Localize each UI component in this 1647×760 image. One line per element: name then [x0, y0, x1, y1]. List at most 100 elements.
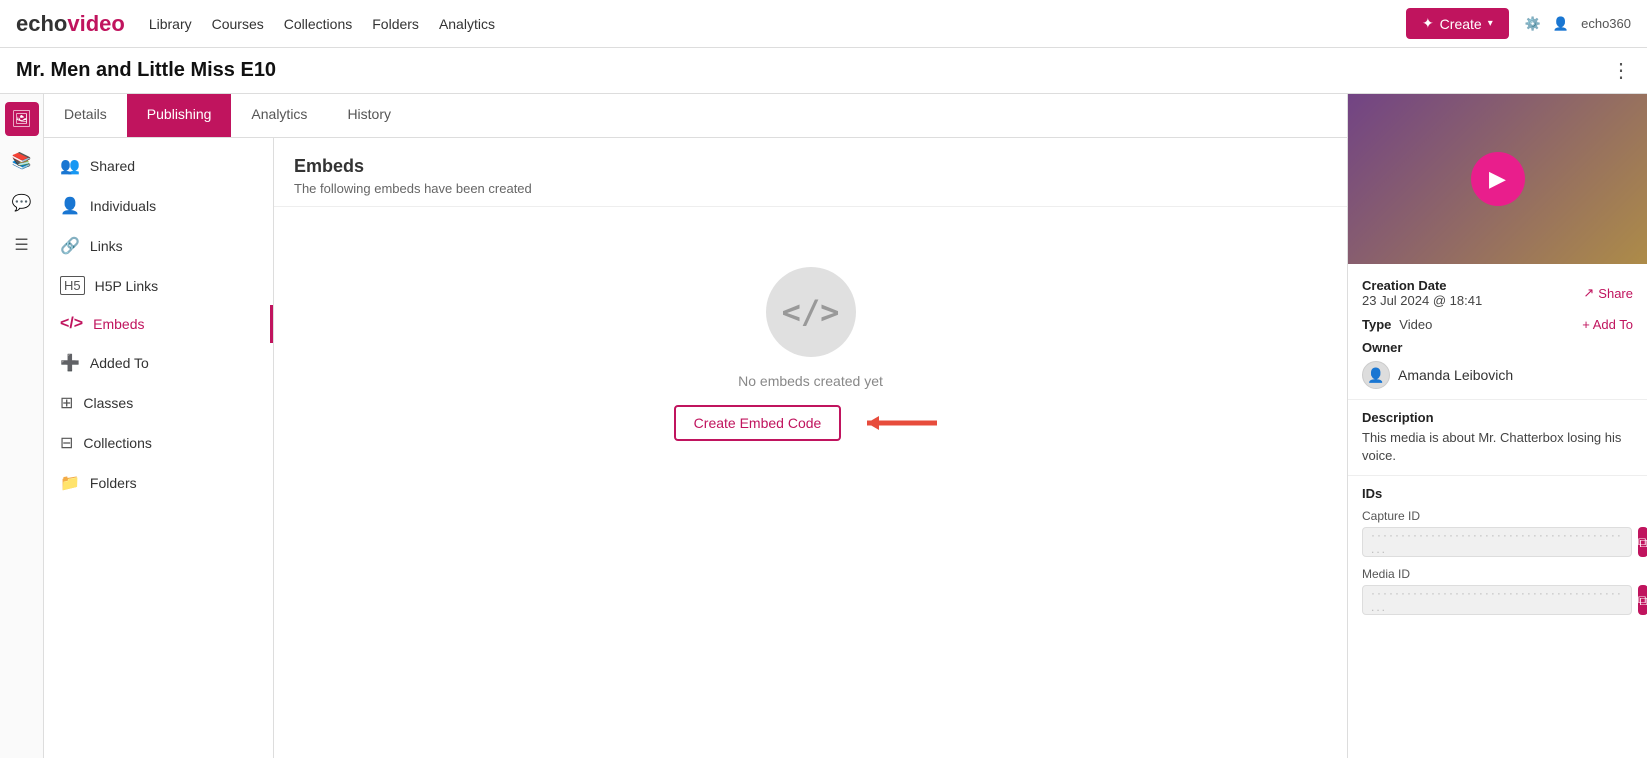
- nav-label-folders: Folders: [90, 475, 137, 491]
- owner-name: Amanda Leibovich: [1398, 367, 1513, 383]
- capture-id-row: Capture ID ·····························…: [1362, 509, 1633, 557]
- media-sidebar-icon[interactable]: 🖼: [5, 102, 39, 136]
- create-embed-code-button[interactable]: Create Embed Code: [674, 405, 842, 441]
- main-layout: 🖼 📚 💬 ☰ Details Publishing Analytics His…: [0, 94, 1647, 758]
- no-embeds-text: No embeds created yet: [738, 373, 883, 389]
- chevron-down-icon: ▾: [1488, 18, 1493, 29]
- copy-media-id-button[interactable]: ⧉: [1638, 585, 1647, 615]
- links-icon: 🔗: [60, 236, 80, 256]
- nav-label-embeds: Embeds: [93, 316, 144, 332]
- share-button[interactable]: ↗ Share: [1583, 285, 1633, 301]
- owner-section: Owner 👤 Amanda Leibovich: [1362, 340, 1633, 389]
- nav-label-links: Links: [90, 238, 123, 254]
- embeds-main-panel: Embeds The following embeds have been cr…: [274, 138, 1347, 758]
- right-info: Creation Date 23 Jul 2024 @ 18:41 ↗ Shar…: [1348, 264, 1647, 400]
- captions-sidebar-icon[interactable]: 💬: [5, 186, 39, 220]
- tab-analytics[interactable]: Analytics: [231, 94, 327, 137]
- embeds-empty-state: </> No embeds created yet Create Embed C…: [274, 207, 1347, 501]
- owner-label: Owner: [1362, 340, 1633, 355]
- nav-item-folders[interactable]: 📁 Folders: [44, 463, 273, 503]
- copy-capture-id-button[interactable]: ⧉: [1638, 527, 1647, 557]
- type-label: Type: [1362, 317, 1391, 332]
- media-id-field: ········································…: [1362, 585, 1632, 615]
- nav-item-added-to[interactable]: ➕ Added To: [44, 343, 273, 383]
- nav-item-classes[interactable]: ⊞ Classes: [44, 383, 273, 423]
- top-nav: echovideo Library Courses Collections Fo…: [0, 0, 1647, 48]
- panel-header: Embeds The following embeds have been cr…: [274, 138, 1347, 207]
- capture-id-field: ········································…: [1362, 527, 1632, 557]
- nav-label-added-to: Added To: [90, 355, 149, 371]
- left-nav: 👥 Shared 👤 Individuals 🔗 Links H5 H5P Li…: [44, 138, 274, 758]
- logo[interactable]: echovideo: [16, 11, 125, 37]
- nav-courses[interactable]: Courses: [212, 16, 264, 32]
- content-area: Details Publishing Analytics History 👥 S…: [44, 94, 1647, 758]
- nav-folders[interactable]: Folders: [372, 16, 419, 32]
- tab-section: Details Publishing Analytics History 👥 S…: [44, 94, 1347, 758]
- user-icon[interactable]: 👤: [1553, 16, 1569, 32]
- add-to-label: + Add To: [1582, 317, 1633, 332]
- nav-analytics[interactable]: Analytics: [439, 16, 495, 32]
- media-id-input-row: ········································…: [1362, 585, 1633, 615]
- classes-icon: ⊞: [60, 393, 73, 413]
- nav-label-shared: Shared: [90, 158, 135, 174]
- nav-item-embeds[interactable]: </> Embeds: [44, 305, 273, 343]
- ids-section: IDs Capture ID ·························…: [1348, 476, 1647, 635]
- list-sidebar-icon[interactable]: ☰: [5, 228, 39, 262]
- panel-title: Embeds: [294, 156, 1327, 177]
- folders-icon: 📁: [60, 473, 80, 493]
- code-icon: </>: [782, 293, 840, 331]
- settings-icon[interactable]: ⚙️: [1525, 16, 1541, 32]
- more-options-button[interactable]: ⋮: [1611, 58, 1631, 83]
- tab-details[interactable]: Details: [44, 94, 127, 137]
- nav-links: Library Courses Collections Folders Anal…: [149, 16, 1406, 32]
- right-panel: ▶ Creation Date 23 Jul 2024 @ 18:41 ↗ Sh…: [1347, 94, 1647, 758]
- collections-icon: ⊟: [60, 433, 73, 453]
- tab-bar: Details Publishing Analytics History: [44, 94, 1347, 138]
- add-to-button[interactable]: + Add To: [1582, 317, 1633, 332]
- nav-label-h5p-links: H5P Links: [95, 278, 159, 294]
- play-button[interactable]: ▶: [1471, 152, 1525, 206]
- owner-row: 👤 Amanda Leibovich: [1362, 361, 1633, 389]
- creation-date-label: Creation Date: [1362, 278, 1482, 293]
- owner-avatar: 👤: [1362, 361, 1390, 389]
- create-button[interactable]: ✦ Create ▾: [1406, 8, 1509, 39]
- nav-label-individuals: Individuals: [90, 198, 156, 214]
- page-header: Mr. Men and Little Miss E10 ⋮: [0, 48, 1647, 94]
- tab-history[interactable]: History: [327, 94, 411, 137]
- share-label: Share: [1598, 286, 1633, 301]
- type-row: Type Video + Add To: [1362, 316, 1633, 332]
- shared-icon: 👥: [60, 156, 80, 176]
- tab-publishing[interactable]: Publishing: [127, 94, 232, 137]
- embed-empty-icon: </>: [766, 267, 856, 357]
- nav-item-individuals[interactable]: 👤 Individuals: [44, 186, 273, 226]
- panel-subtitle: The following embeds have been created: [294, 181, 1327, 196]
- create-label: Create: [1440, 16, 1482, 32]
- create-icon: ✦: [1422, 15, 1434, 32]
- embeds-icon: </>: [60, 315, 83, 333]
- logo-text: echo: [16, 11, 67, 36]
- nav-library[interactable]: Library: [149, 16, 192, 32]
- share-icon: ↗: [1583, 285, 1594, 301]
- courses-sidebar-icon[interactable]: 📚: [5, 144, 39, 178]
- user-label: echo360: [1581, 16, 1631, 31]
- media-id-row: Media ID ·······························…: [1362, 567, 1633, 615]
- description-section: Description This media is about Mr. Chat…: [1348, 400, 1647, 476]
- individuals-icon: 👤: [60, 196, 80, 216]
- creation-date-value: 23 Jul 2024 @ 18:41: [1362, 293, 1482, 308]
- nav-label-collections: Collections: [83, 435, 151, 451]
- nav-item-collections[interactable]: ⊟ Collections: [44, 423, 273, 463]
- nav-item-h5p-links[interactable]: H5 H5P Links: [44, 266, 273, 305]
- nav-collections[interactable]: Collections: [284, 16, 352, 32]
- nav-item-links[interactable]: 🔗 Links: [44, 226, 273, 266]
- ids-label: IDs: [1362, 486, 1633, 501]
- nav-item-shared[interactable]: 👥 Shared: [44, 146, 273, 186]
- capture-id-input-row: ········································…: [1362, 527, 1633, 557]
- type-value: Video: [1399, 317, 1432, 332]
- video-thumbnail: ▶: [1348, 94, 1647, 264]
- description-label: Description: [1362, 410, 1633, 425]
- creation-date-row: Creation Date 23 Jul 2024 @ 18:41 ↗ Shar…: [1362, 278, 1633, 308]
- description-text: This media is about Mr. Chatterbox losin…: [1362, 429, 1633, 465]
- arrow-indicator: [857, 409, 947, 437]
- h5p-icon: H5: [60, 276, 85, 295]
- nav-right: ⚙️ 👤 echo360: [1525, 16, 1631, 32]
